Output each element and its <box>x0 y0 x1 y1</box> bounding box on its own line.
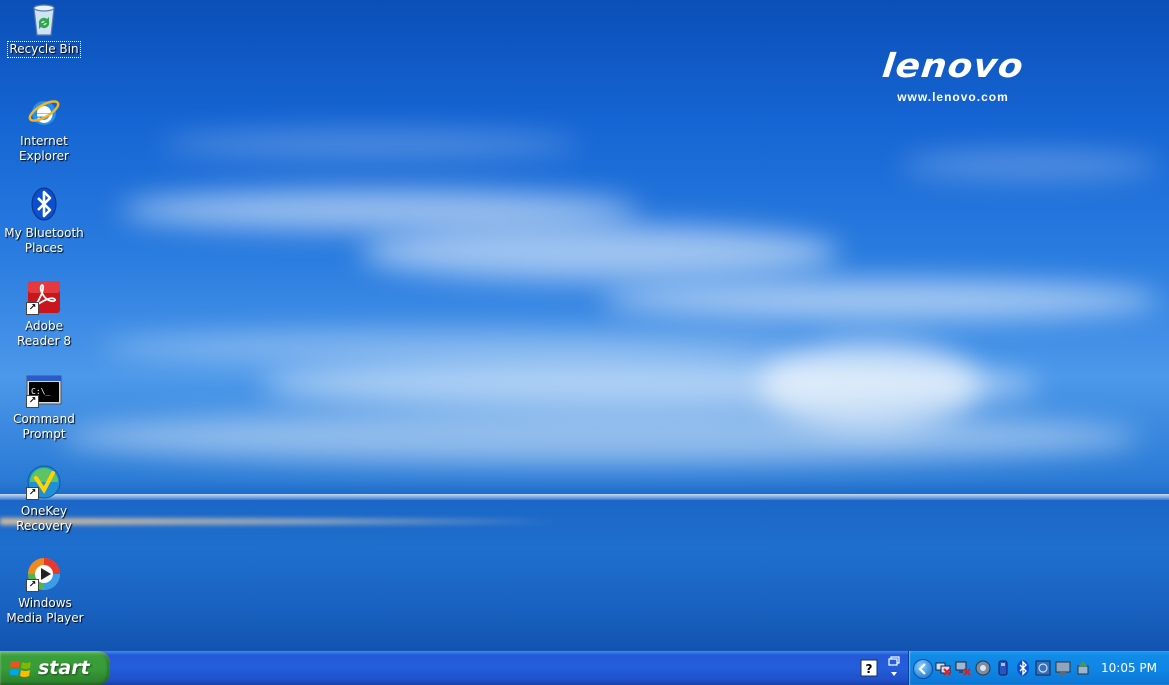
adobe-reader-icon: ↗ <box>26 279 62 315</box>
help-icon[interactable]: ? <box>860 659 878 677</box>
desktop-icon-adobe-reader[interactable]: ↗ Adobe Reader 8 <box>0 279 88 349</box>
start-button[interactable]: start <box>0 651 110 685</box>
shortcut-arrow-icon: ↗ <box>26 579 39 592</box>
desktop-icon-label: Adobe Reader 8 <box>17 319 71 348</box>
desktop-icon-bluetooth-places[interactable]: My Bluetooth Places <box>0 186 88 256</box>
safely-remove-hardware-icon[interactable] <box>1075 660 1091 676</box>
shortcut-arrow-icon: ↗ <box>26 302 39 315</box>
desktop-icon-label: Internet Explorer <box>19 134 69 163</box>
shortcut-arrow-icon: ↗ <box>26 487 39 500</box>
battery-icon[interactable] <box>995 660 1011 676</box>
desktop-icon-label: OneKey Recovery <box>16 504 72 533</box>
bluetooth-icon <box>26 186 62 222</box>
desktop-icon-internet-explorer[interactable]: Internet Explorer <box>0 94 88 164</box>
desktop-icon-label: My Bluetooth Places <box>4 226 84 255</box>
chevron-left-icon[interactable] <box>913 659 933 679</box>
svg-text:?: ? <box>866 662 873 676</box>
clock[interactable]: 10:05 PM <box>1094 651 1164 685</box>
desktop-icon-label: Recycle Bin <box>7 41 81 58</box>
desktop-icon-command-prompt[interactable]: C:\_ ↗ Command Prompt <box>0 372 88 442</box>
desktop-icon-label: Command Prompt <box>13 412 75 441</box>
start-label: start <box>38 657 90 679</box>
network-disconnected-icon[interactable] <box>955 660 971 676</box>
lenovo-brand: lenovo www.lenovo.com <box>838 46 1068 104</box>
recycle-bin-icon <box>26 2 62 38</box>
desktop-icon-windows-media-player[interactable]: ↗ Windows Media Player <box>0 556 88 626</box>
windows-media-player-icon: ↗ <box>26 556 62 592</box>
bluetooth-icon[interactable] <box>1015 660 1031 676</box>
network-disconnected-icon[interactable] <box>935 660 951 676</box>
desktop-icon-recycle-bin[interactable]: Recycle Bin <box>0 2 88 58</box>
lenovo-logo: lenovo <box>880 47 1026 86</box>
restore-icon[interactable] <box>886 656 902 680</box>
desktop-icon-label: Windows Media Player <box>6 596 84 625</box>
onekey-recovery-icon: ↗ <box>26 464 62 500</box>
desktop-icon-onekey-recovery[interactable]: ↗ OneKey Recovery <box>0 464 88 534</box>
lenovo-url: www.lenovo.com <box>897 90 1009 104</box>
desktop[interactable]: lenovo www.lenovo.com Recycle Bin Intern… <box>0 0 1169 685</box>
internet-explorer-icon <box>26 94 62 130</box>
command-prompt-icon: C:\_ ↗ <box>26 372 62 408</box>
windows-flag-icon <box>10 661 31 677</box>
monitor-icon[interactable] <box>1055 660 1071 676</box>
taskbar[interactable]: start ? 10:05 PM <box>0 651 1169 685</box>
shortcut-arrow-icon: ↗ <box>26 395 39 408</box>
speaker-icon[interactable] <box>975 660 991 676</box>
display-icon[interactable] <box>1035 660 1051 676</box>
system-tray[interactable]: 10:05 PM <box>908 651 1169 685</box>
